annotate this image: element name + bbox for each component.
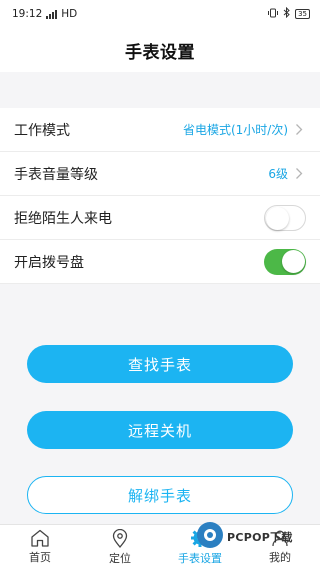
tab-label: 定位: [109, 551, 131, 565]
tab-location[interactable]: 定位: [80, 525, 160, 569]
home-icon: [30, 529, 50, 547]
signal-icon: [46, 9, 58, 19]
chevron-right-icon: [292, 123, 306, 137]
row-label: 手表音量等级: [14, 166, 98, 183]
toggle-knob: [282, 250, 305, 273]
status-bar: 19:12 HD 35: [0, 0, 320, 28]
status-left: 19:12 HD: [12, 8, 77, 20]
row-right: 6级: [268, 165, 306, 182]
unbind-watch-button[interactable]: 解绑手表: [27, 476, 293, 514]
tab-home[interactable]: 首页: [0, 525, 80, 569]
watermark: PCPOP下载: [196, 522, 293, 552]
status-right: 35: [267, 6, 310, 21]
row-work-mode[interactable]: 工作模式 省电模式(1小时/次): [0, 108, 320, 152]
tab-label: 首页: [29, 551, 51, 564]
reject-strangers-toggle[interactable]: [264, 204, 306, 231]
row-label: 工作模式: [14, 122, 70, 139]
status-time: 19:12: [12, 8, 43, 20]
find-watch-button[interactable]: 查找手表: [27, 345, 293, 383]
vibrate-icon: [267, 8, 279, 21]
row-label: 开启拨号盘: [14, 254, 84, 271]
bluetooth-icon: [283, 6, 291, 21]
page-title: 手表设置: [125, 42, 195, 63]
watermark-logo-icon: [196, 521, 224, 553]
row-right: 省电模式(1小时/次): [183, 121, 306, 138]
header: 手表设置: [0, 28, 320, 72]
row-dial-pad: 开启拨号盘: [0, 240, 320, 284]
row-label: 拒绝陌生人来电: [14, 210, 112, 227]
battery-icon: 35: [295, 9, 310, 19]
remote-shutdown-button[interactable]: 远程关机: [27, 411, 293, 449]
volume-level-value: 6级: [268, 167, 288, 181]
dial-pad-toggle[interactable]: [264, 248, 306, 275]
chevron-right-icon: [292, 167, 306, 181]
row-volume-level[interactable]: 手表音量等级 6级: [0, 152, 320, 196]
location-pin-icon: [112, 528, 128, 548]
network-type: HD: [61, 8, 78, 20]
watermark-text: PCPOP下载: [227, 531, 293, 544]
work-mode-value: 省电模式(1小时/次): [182, 123, 288, 137]
toggle-knob: [266, 206, 289, 230]
row-reject-strangers: 拒绝陌生人来电: [0, 196, 320, 240]
